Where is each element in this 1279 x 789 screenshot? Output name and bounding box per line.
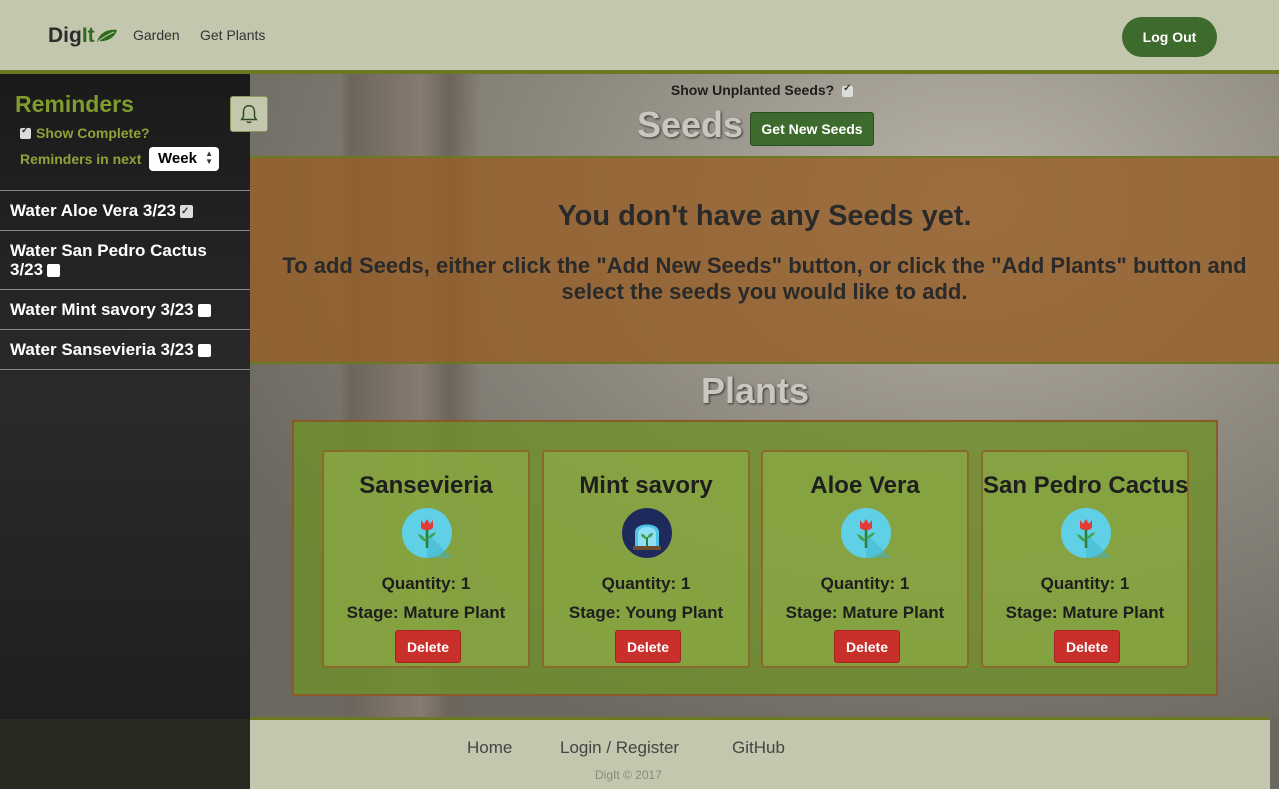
reminder-checkbox[interactable] [197, 344, 211, 358]
plant-stage: Stage: Mature Plant [346, 603, 506, 622]
background-edge [1270, 717, 1279, 789]
seeds-empty-title: You don't have any Seeds yet. [557, 200, 972, 232]
select-arrows-icon: ▲ ▼ [205, 149, 213, 166]
plant-quantity: Quantity: 1 [1040, 574, 1130, 593]
show-unplanted-checkbox[interactable] [842, 83, 854, 97]
plant-stage: Stage: Mature Plant [1005, 603, 1165, 622]
reminder-text: Water Mint savory 3/23 [10, 300, 194, 319]
reminder-item: Water San Pedro Cactus 3/23 [0, 230, 250, 289]
flower-icon [1061, 508, 1111, 558]
logout-button[interactable]: Log Out [1122, 17, 1217, 57]
plant-stage: Stage: Young Plant [568, 603, 724, 622]
reminder-text: Water San Pedro Cactus 3/23 [10, 241, 207, 279]
reminders-in-next-label: Reminders in next [20, 151, 142, 167]
plant-card: San Pedro Cactus Quantity: 1 Stage: Matu… [981, 450, 1189, 668]
sidebar-footer [0, 719, 250, 789]
delete-plant-button[interactable]: Delete [1054, 630, 1120, 663]
delete-plant-button[interactable]: Delete [834, 630, 900, 663]
flower-icon [841, 508, 891, 558]
reminder-checkbox[interactable] [47, 264, 61, 278]
flower-icon [402, 508, 452, 558]
top-navbar: Dig It Garden Get Plants Log Out [0, 0, 1279, 74]
footer-github-link[interactable]: GitHub [732, 738, 785, 758]
reminder-checkbox[interactable] [197, 304, 211, 318]
delete-plant-button[interactable]: Delete [395, 630, 461, 663]
seeds-header: Show Unplanted Seeds? Seeds Get New Seed… [250, 74, 1279, 158]
brand-logo[interactable]: Dig It [48, 24, 118, 48]
reminder-text: Water Aloe Vera 3/23 [10, 201, 176, 220]
brand-accent-text: It [81, 24, 95, 47]
plant-card: Sansevieria Quantity: 1 Stage: Mature Pl… [322, 450, 530, 668]
plants-panel: Sansevieria Quantity: 1 Stage: Mature Pl… [292, 420, 1218, 696]
plant-quantity: Quantity: 1 [381, 574, 471, 593]
reminder-checkbox[interactable] [180, 202, 193, 221]
reminders-list: Water Aloe Vera 3/23 Water San Pedro Cac… [0, 190, 250, 370]
brand-text: Dig [48, 24, 82, 47]
copyright-text: DigIt © 2017 [595, 768, 662, 782]
reminders-title: Reminders [15, 91, 134, 117]
reminder-item: Water Sansevieria 3/23 [0, 329, 250, 370]
plants-title: Plants [700, 370, 810, 411]
seeds-empty-panel: You don't have any Seeds yet. To add See… [250, 158, 1279, 364]
show-complete-label: Show Complete? [36, 125, 150, 141]
reminder-period-value: Week [158, 150, 197, 167]
reminder-item: Water Mint savory 3/23 [0, 289, 250, 329]
show-complete-checkbox[interactable] [20, 125, 31, 139]
footer-home-link[interactable]: Home [467, 738, 512, 758]
leaf-icon [96, 29, 117, 42]
greenhouse-seedling-icon [622, 508, 672, 558]
nav-garden-link[interactable]: Garden [133, 27, 180, 43]
plant-card: Aloe Vera Quantity: 1 Stage: Mature Plan… [761, 450, 969, 668]
seeds-empty-text: To add Seeds, either click the "Add New … [282, 253, 1247, 304]
show-unplanted-label: Show Unplanted Seeds? [670, 82, 835, 98]
show-complete-toggle[interactable]: Show Complete? [20, 125, 150, 141]
footer-login-register-link[interactable]: Login / Register [560, 738, 679, 758]
reminder-period-select[interactable]: Week ▲ ▼ [149, 147, 219, 171]
nav-get-plants-link[interactable]: Get Plants [200, 27, 265, 43]
plant-stage: Stage: Mature Plant [785, 603, 945, 622]
reminder-text: Water Sansevieria 3/23 [10, 340, 194, 359]
plant-quantity: Quantity: 1 [820, 574, 910, 593]
plant-name: Aloe Vera [810, 472, 920, 499]
seeds-title: Seeds [637, 104, 744, 145]
plant-name: San Pedro Cactus [983, 472, 1189, 499]
get-new-seeds-button[interactable]: Get New Seeds [750, 112, 874, 146]
page-footer: Home Login / Register GitHub DigIt © 201… [250, 717, 1270, 789]
delete-plant-button[interactable]: Delete [615, 630, 681, 663]
reminders-sidebar: Reminders Show Complete? Reminders in ne… [0, 74, 268, 719]
reminder-item: Water Aloe Vera 3/23 [0, 190, 250, 230]
plant-name: Mint savory [579, 472, 713, 499]
show-unplanted-toggle[interactable]: Show Unplanted Seeds? [250, 82, 1279, 98]
plant-name: Sansevieria [359, 472, 493, 499]
plant-card: Mint savory Quantity: 1 Stage: Young Pla… [542, 450, 750, 668]
plant-quantity: Quantity: 1 [601, 574, 691, 593]
